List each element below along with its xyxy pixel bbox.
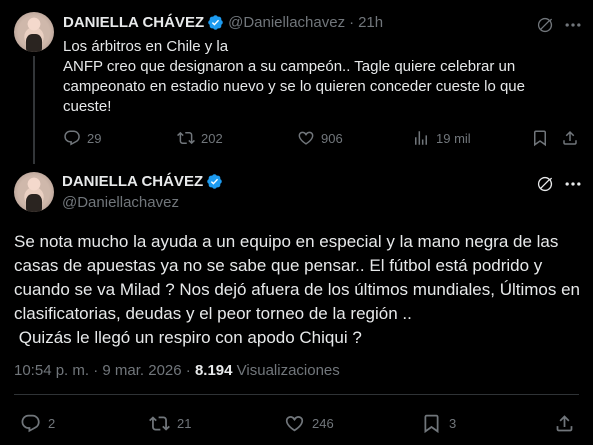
main-bookmark-button[interactable]: 3 [421,413,456,434]
grok-icon[interactable] [535,174,555,194]
main-tweet-text: Se nota mucho la ayuda a un equipo en es… [14,232,581,347]
main-share-button[interactable] [554,413,582,434]
parent-time[interactable]: 21h [358,14,383,31]
repost-icon [149,416,170,431]
divider [14,394,579,395]
tweet-views-count: 8.194 [194,362,233,379]
share-icon [563,130,577,145]
parent-repost-button[interactable]: 202 [177,129,223,147]
parent-bookmark-button[interactable] [531,129,555,147]
share-icon [556,415,573,432]
reply-icon [21,414,40,433]
like-icon [285,416,304,432]
main-avatar[interactable] [14,172,54,212]
main-reply-button[interactable]: 2 [20,413,55,434]
bookmark-icon [424,414,439,434]
main-repost-count: 21 [177,416,192,431]
main-reply-count: 2 [48,416,56,431]
thread-connector-line [33,56,35,164]
like-icon [298,131,314,145]
parent-separator: · [349,14,355,31]
tweet-views-label: Visualizaciones [236,362,340,379]
main-like-button[interactable]: 246 [284,413,334,434]
main-repost-button[interactable]: 21 [149,413,191,434]
repost-icon [177,131,195,145]
main-display-name[interactable]: DANIELLA CHÁVEZ [62,173,203,190]
main-like-count: 246 [312,416,334,431]
bookmark-icon [534,130,546,147]
parent-tweet[interactable]: DANIELLA CHÁVEZ @Daniellachavez · 21h Lo… [0,0,593,164]
parent-views-count: 19 mil [436,130,471,146]
views-icon [415,131,427,145]
main-tweet: DANIELLA CHÁVEZ @Daniellachavez Se nota … [0,162,593,445]
main-bookmark-count: 3 [449,416,457,431]
parent-display-name[interactable]: DANIELLA CHÁVEZ [63,14,204,31]
parent-handle[interactable]: @Daniellachavez [228,14,345,31]
verified-badge-icon [207,174,222,189]
parent-views-button[interactable]: 19 mil [412,129,471,147]
parent-share-button[interactable] [561,129,585,147]
parent-avatar[interactable] [14,12,54,52]
main-handle[interactable]: @Daniellachavez [62,194,179,211]
parent-repost-count: 202 [201,130,223,146]
main-author-row: DANIELLA CHÁVEZ [62,173,227,190]
reply-icon [64,130,80,146]
grok-icon[interactable] [535,15,555,35]
parent-author-row: DANIELLA CHÁVEZ @Daniellachavez · 21h [63,14,383,31]
parent-like-button[interactable]: 906 [297,129,343,147]
parent-like-count: 906 [321,130,343,146]
parent-tweet-text: Los árbitros en Chile y la ANFP creo que… [63,38,525,115]
more-icon[interactable] [563,174,583,194]
verified-badge-icon [208,15,223,30]
tweet-timestamp[interactable]: 10:54 p. m. · 9 mar. 2026 · [14,362,191,379]
more-icon[interactable] [563,15,583,35]
parent-reply-button[interactable]: 29 [63,129,101,147]
tweet-metadata: 10:54 p. m. · 9 mar. 2026 · 8.194 Visual… [14,362,340,379]
tweet-thread: DANIELLA CHÁVEZ @Daniellachavez · 21h Lo… [0,0,593,445]
parent-reply-count: 29 [87,130,102,146]
